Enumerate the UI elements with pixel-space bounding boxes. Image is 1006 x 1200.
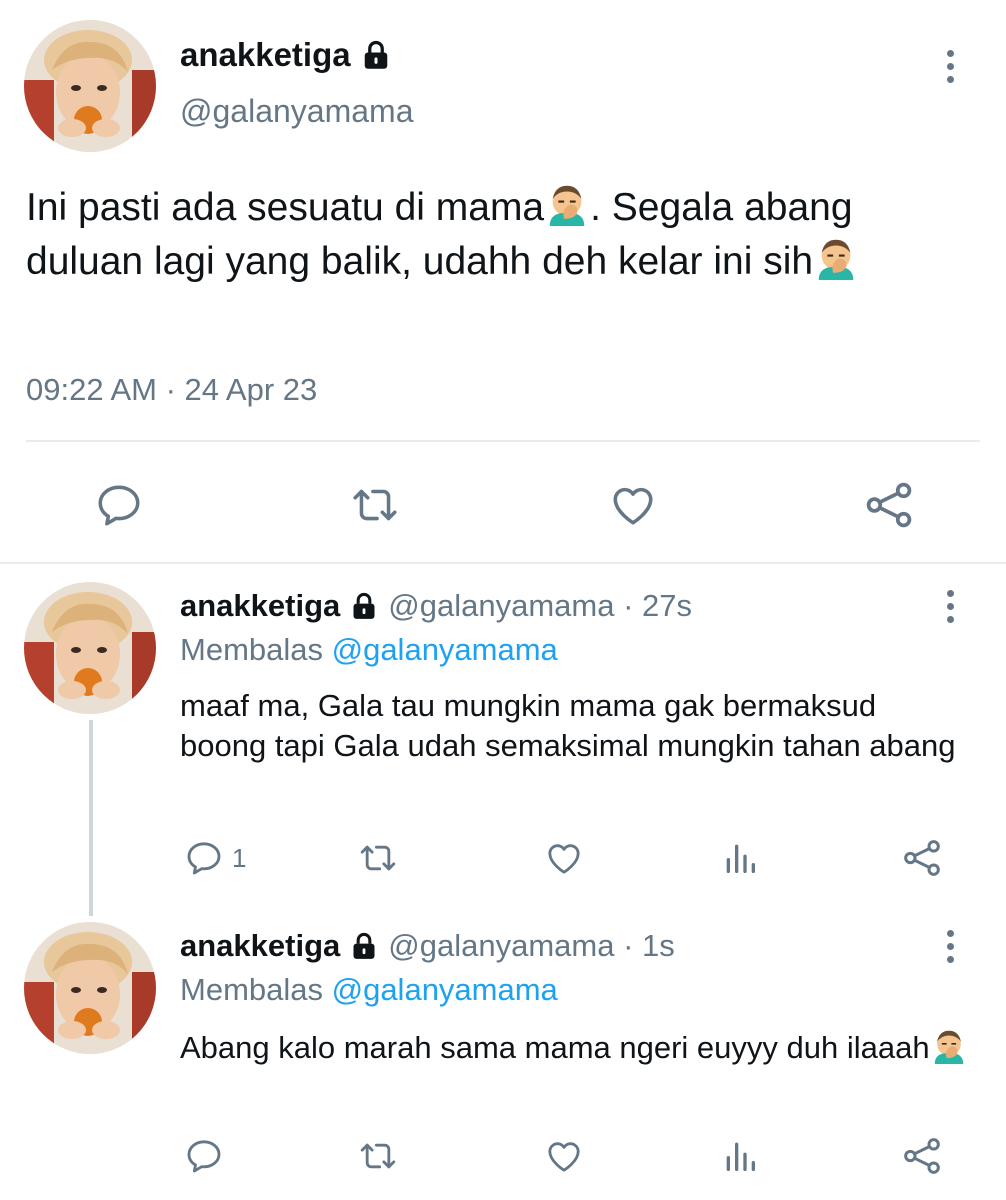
analytics-icon (720, 1136, 760, 1176)
analytics-icon (720, 838, 760, 878)
replying-to-link[interactable]: @galanyamama (332, 972, 558, 1007)
analytics-button[interactable] (720, 838, 760, 878)
retweet-button[interactable] (358, 1136, 398, 1176)
more-dot-icon (946, 616, 954, 623)
retweet-icon (358, 838, 398, 878)
reply-actions (0, 1136, 1006, 1176)
reply-icon (184, 1136, 224, 1176)
lock-icon (350, 932, 378, 960)
avatar[interactable] (24, 922, 156, 1054)
tweet-text: Ini pasti ada sesuatu di mama. Segala ab… (26, 180, 976, 288)
more-dot-icon (946, 930, 954, 937)
replying-to-label: Membalas (180, 632, 332, 667)
replying-to: Membalas @galanyamama (180, 632, 558, 668)
like-icon (544, 1136, 584, 1176)
share-button[interactable] (864, 480, 914, 535)
share-icon (902, 1136, 942, 1176)
share-button[interactable] (902, 1136, 942, 1176)
lock-icon (361, 40, 391, 70)
facepalm-emoji-icon (813, 234, 859, 280)
reply-icon (184, 838, 224, 878)
handle-time[interactable]: @galanyamama · 1s (388, 928, 674, 964)
reply-actions: 1 (0, 838, 1006, 878)
like-button[interactable] (544, 838, 584, 878)
thread-line (89, 720, 93, 916)
lock-icon (350, 592, 378, 620)
handle-time[interactable]: @galanyamama · 27s (388, 588, 692, 624)
like-icon (608, 480, 658, 530)
retweet-button[interactable] (350, 480, 400, 535)
tweet-author[interactable]: anakketiga (180, 36, 391, 74)
more-dot-icon (946, 76, 954, 83)
more-dot-icon (946, 590, 954, 597)
reply-header: anakketiga @galanyamama · 1s (180, 928, 675, 964)
avatar[interactable] (24, 20, 156, 152)
replying-to-link[interactable]: @galanyamama (332, 632, 558, 667)
more-options-button[interactable] (945, 930, 955, 963)
more-options-button[interactable] (945, 50, 955, 83)
more-dot-icon (946, 603, 954, 610)
reply-count: 1 (232, 842, 247, 873)
share-icon (864, 480, 914, 530)
facepalm-emoji-icon (544, 180, 590, 226)
tweet-timestamp[interactable]: 09:22 AM · 24 Apr 23 (26, 372, 317, 408)
tweet-text-part: Ini pasti ada sesuatu di mama (26, 186, 545, 229)
avatar[interactable] (24, 582, 156, 714)
display-name[interactable]: anakketiga (180, 928, 340, 964)
retweet-icon (350, 480, 400, 530)
more-options-button[interactable] (945, 590, 955, 623)
reply-button[interactable] (184, 1136, 232, 1176)
replying-to: Membalas @galanyamama (180, 972, 558, 1008)
reply-button[interactable] (94, 480, 144, 535)
reply-text: maaf ma, Gala tau mungkin mama gak berma… (180, 688, 956, 763)
share-icon (902, 838, 942, 878)
profile-photo (24, 20, 156, 152)
retweet-button[interactable] (358, 838, 398, 878)
display-name[interactable]: anakketiga (180, 588, 340, 624)
retweet-icon (358, 1136, 398, 1176)
replying-to-label: Membalas (180, 972, 332, 1007)
like-button[interactable] (608, 480, 658, 535)
more-dot-icon (946, 943, 954, 950)
display-name[interactable]: anakketiga (180, 36, 351, 74)
more-dot-icon (946, 956, 954, 963)
tweet-actions (0, 480, 1006, 530)
share-button[interactable] (902, 838, 942, 878)
reply-icon (94, 480, 144, 530)
divider (0, 562, 1006, 564)
divider (26, 440, 980, 442)
profile-photo (24, 922, 156, 1054)
facepalm-emoji-icon (930, 1026, 968, 1064)
handle[interactable]: @galanyamama (180, 93, 413, 130)
like-button[interactable] (544, 1136, 584, 1176)
reply-text-content: Abang kalo marah sama mama ngeri euyyy d… (180, 1030, 930, 1065)
reply-header: anakketiga @galanyamama · 27s (180, 588, 692, 624)
profile-photo (24, 582, 156, 714)
reply-text: Abang kalo marah sama mama ngeri euyyy d… (180, 1026, 970, 1068)
like-icon (544, 838, 584, 878)
more-dot-icon (946, 50, 954, 57)
more-dot-icon (946, 63, 954, 70)
analytics-button[interactable] (720, 1136, 760, 1176)
reply-button[interactable]: 1 (184, 838, 246, 878)
